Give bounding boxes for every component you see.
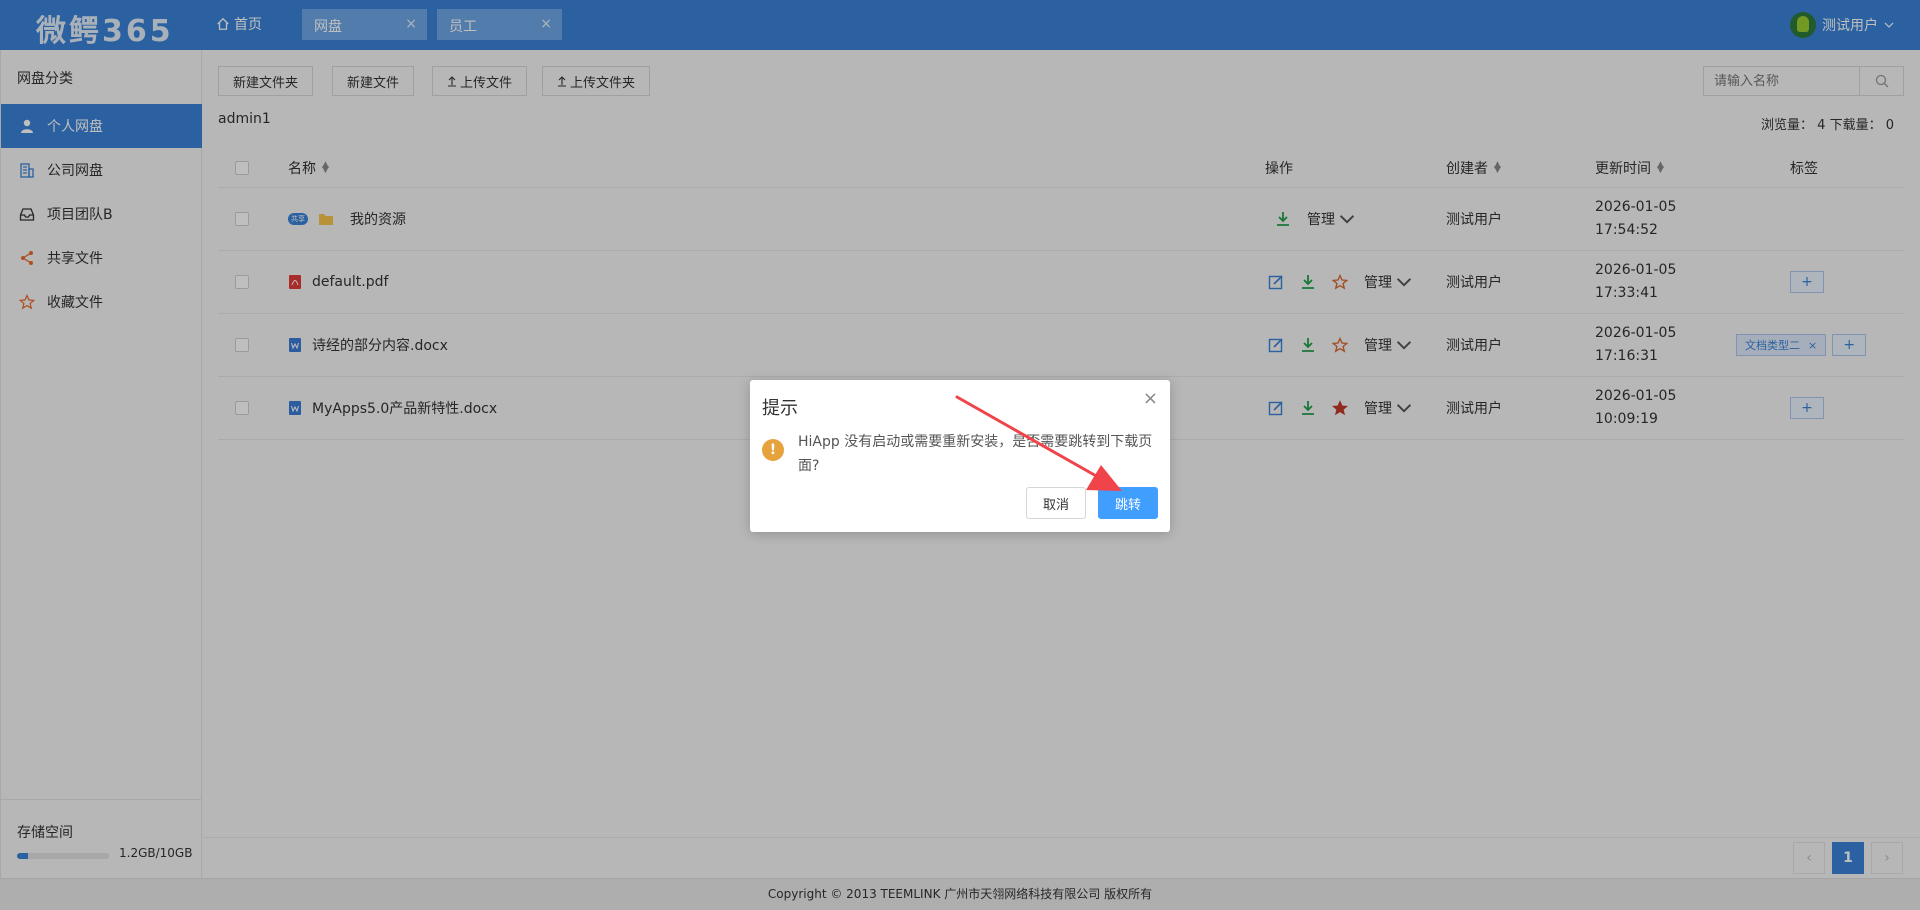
- confirm-dialog: 提示 × ! HiApp 没有启动或需要重新安装，是否需要跳转到下载页面? 取消…: [750, 380, 1170, 532]
- close-icon[interactable]: ×: [1143, 388, 1158, 409]
- warning-icon: !: [762, 439, 784, 461]
- dialog-message: HiApp 没有启动或需要重新安装，是否需要跳转到下载页面?: [798, 434, 1153, 474]
- jump-button[interactable]: 跳转: [1098, 487, 1158, 519]
- dialog-title: 提示: [762, 398, 798, 419]
- cancel-button[interactable]: 取消: [1026, 487, 1086, 519]
